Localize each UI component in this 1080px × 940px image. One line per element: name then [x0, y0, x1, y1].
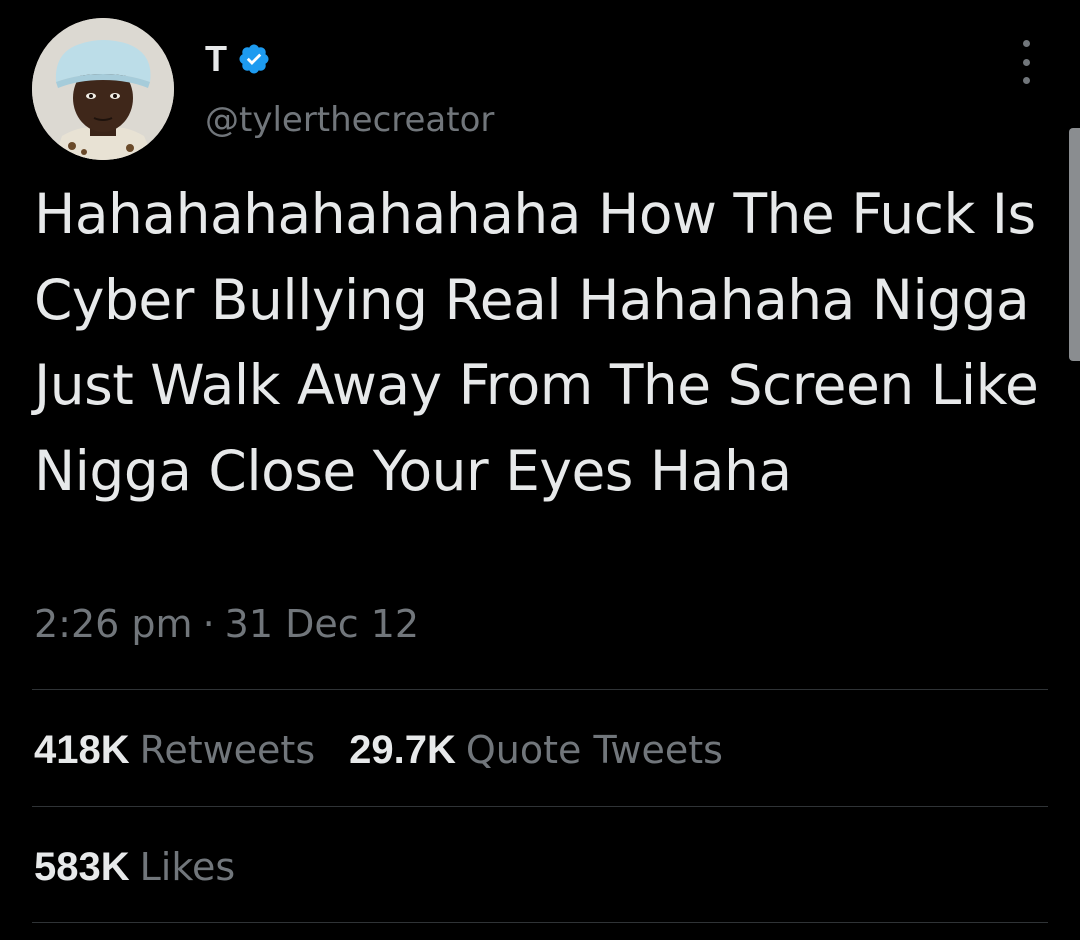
quote-tweets-label: Quote Tweets: [465, 728, 723, 772]
tweet-detail: T @tylerthecreator Hahahahahahahaha How …: [0, 0, 1080, 940]
divider: [32, 922, 1048, 923]
tweet-time: 2:26 pm: [34, 602, 193, 646]
likes-count: 583K: [34, 845, 130, 889]
timestamp-separator: ·: [202, 602, 215, 646]
tweet-date: 31 Dec 12: [224, 602, 420, 646]
verified-badge-icon: [237, 42, 271, 76]
engagement-stats-row: 418K Retweets 29.7K Quote Tweets: [34, 726, 723, 774]
likes-stats-row: 583K Likes: [34, 843, 235, 891]
tweet-text: Hahahahahahahaha How The Fuck Is Cyber B…: [34, 182, 1039, 503]
author-handle[interactable]: @tylerthecreator: [205, 100, 494, 141]
retweets-label: Retweets: [139, 728, 316, 772]
avatar[interactable]: [32, 18, 174, 160]
tweet-timestamp[interactable]: 2:26 pm · 31 Dec 12: [34, 602, 419, 648]
author-name-row: T: [205, 36, 271, 82]
retweets-stat[interactable]: 418K Retweets: [34, 726, 315, 774]
retweets-count: 418K: [34, 728, 130, 772]
more-dot: [1022, 58, 1030, 66]
divider: [32, 689, 1048, 690]
likes-stat[interactable]: 583K Likes: [34, 843, 235, 891]
more-options-icon[interactable]: [1013, 40, 1039, 84]
author-display-name[interactable]: T: [205, 41, 227, 77]
divider: [32, 806, 1048, 807]
quote-tweets-stat[interactable]: 29.7K Quote Tweets: [349, 726, 723, 774]
quote-tweets-count: 29.7K: [349, 728, 456, 772]
scrollbar[interactable]: [1069, 128, 1080, 361]
more-dot: [1022, 40, 1030, 47]
likes-label: Likes: [139, 845, 236, 889]
more-dot: [1022, 77, 1030, 84]
